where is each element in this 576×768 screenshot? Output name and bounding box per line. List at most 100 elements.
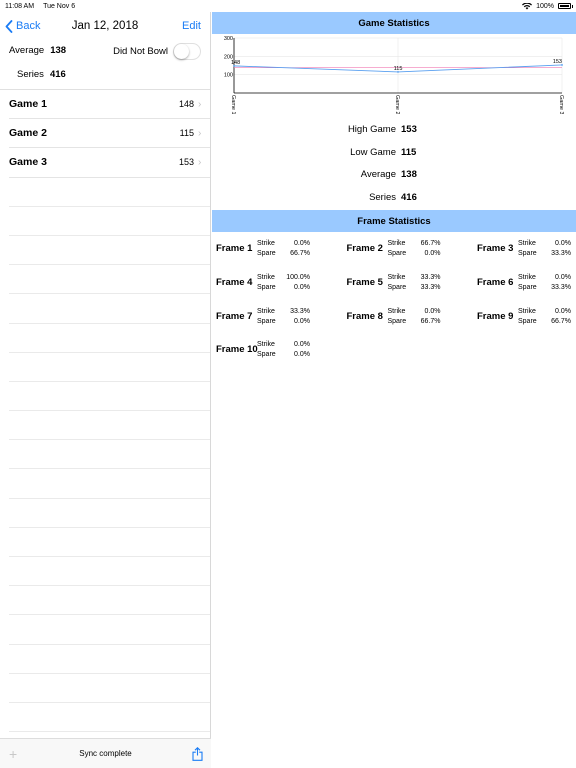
- series-row: Series 416: [17, 69, 66, 80]
- empty-row: [9, 528, 210, 557]
- frame-name: Frame 5: [346, 276, 383, 288]
- stat-value: 115: [401, 146, 417, 158]
- x-tick-label: Game 1: [230, 95, 236, 114]
- stat-label: Average: [360, 169, 396, 180]
- frame-stat: Frame 7 Strike 33.3% Spare 0.0%: [212, 304, 332, 330]
- frame-name: Frame 7: [216, 310, 253, 322]
- game-list: Game 1 148 › Game 2 115 › Game 3 153 ›: [0, 90, 210, 178]
- strike-percent: 100.0%: [286, 273, 310, 281]
- spare-percent: 33.3%: [420, 283, 441, 291]
- stat-label: Low Game: [350, 146, 396, 158]
- stat-row: High Game 153: [348, 124, 417, 135]
- strike-label: Strike: [257, 240, 275, 247]
- frame-stat: Frame 2 Strike 66.7% Spare 0.0%: [343, 236, 463, 262]
- back-button[interactable]: Back: [0, 19, 40, 33]
- spare-label: Spare: [518, 250, 537, 257]
- scores-chart: 300 200 100 148 115 153 Game 1 Game 2 Game 3: [212, 34, 576, 114]
- spare-label: Spare: [257, 283, 276, 291]
- spare-label: Spare: [257, 250, 276, 257]
- stat-row: Low Game 115: [350, 146, 416, 158]
- y-tick-label: 300: [224, 36, 233, 42]
- chevron-right-icon: ›: [198, 127, 202, 139]
- spare-label: Spare: [387, 317, 407, 325]
- scores-chart-svg: 300200100148115153Game 1 Game 2 Game 3: [224, 36, 564, 114]
- spare-label: Spare: [257, 351, 276, 359]
- empty-row: [9, 440, 210, 470]
- spare-label: Spare: [387, 283, 407, 291]
- empty-row: [9, 557, 210, 587]
- frame-name: Frame 3: [477, 243, 514, 254]
- game-score: 153: [178, 157, 194, 168]
- game-row[interactable]: Game 3 153 ›: [9, 148, 210, 178]
- series-summary: Average 138 Series 416 Did Not Bowl: [0, 40, 210, 90]
- spare-percent: 33.3%: [551, 283, 571, 291]
- empty-row: [9, 586, 210, 616]
- empty-row: [9, 236, 210, 266]
- spare-percent: 0.0%: [294, 317, 310, 325]
- empty-row: [9, 674, 210, 703]
- data-label: 148: [231, 60, 240, 66]
- spare-label: Spare: [387, 250, 407, 257]
- game-score: 148: [178, 99, 194, 110]
- toggle-knob: [174, 44, 189, 59]
- did-not-bowl-toggle[interactable]: [173, 43, 201, 60]
- did-not-bowl-row: Did Not Bowl: [113, 43, 201, 60]
- game-row[interactable]: Game 1 148 ›: [9, 90, 210, 120]
- chevron-right-icon: ›: [198, 156, 202, 168]
- chevron-right-icon: ›: [198, 98, 202, 110]
- strike-label: Strike: [518, 240, 536, 247]
- empty-row: [9, 294, 210, 324]
- strike-label: Strike: [518, 273, 536, 281]
- strike-label: Strike: [257, 273, 275, 281]
- game-label: Game 2: [9, 127, 47, 140]
- strike-label: Strike: [518, 307, 536, 315]
- series-label: Series: [17, 69, 44, 80]
- strike-percent: 0.0%: [294, 341, 310, 349]
- detail-pane: Game Statistics 300 200 100 148 115 153 Game 1…: [212, 12, 576, 768]
- empty-row: [9, 703, 210, 733]
- spare-label: Spare: [257, 317, 276, 325]
- spare-percent: 0.0%: [294, 283, 310, 291]
- average-row: Average 138: [9, 45, 66, 56]
- empty-row: [9, 469, 210, 499]
- stat-value: 416: [401, 191, 417, 203]
- empty-row: [9, 353, 210, 382]
- empty-row: [9, 324, 210, 353]
- series-value: 416: [49, 69, 66, 80]
- empty-row: [9, 499, 210, 528]
- game-row[interactable]: Game 2 115 ›: [9, 119, 210, 149]
- game-stats-list: High Game 153 Low Game 115 Average 138 Series 4…: [212, 114, 576, 210]
- strike-percent: 66.7%: [420, 240, 441, 247]
- frame-stat: Frame 1 Strike 0.0% Spare 66.7%: [212, 236, 332, 262]
- share-button[interactable]: [181, 746, 211, 761]
- empty-row: [9, 265, 210, 295]
- game-statistics-header: Game Statistics: [212, 12, 576, 34]
- frame-name: Frame 6: [477, 276, 514, 288]
- empty-row: [9, 411, 210, 441]
- bottom-toolbar: + Sync complete: [0, 738, 211, 768]
- frame-stat: Frame 10 Strike 0.0% Spare 0.0%: [212, 337, 332, 363]
- frame-stat: Frame 9 Strike 0.0% Spare 66.7%: [473, 304, 576, 330]
- battery-icon: [558, 3, 573, 9]
- add-icon[interactable]: +: [0, 746, 30, 762]
- strike-percent: 0.0%: [294, 240, 310, 247]
- strike-percent: 33.3%: [420, 273, 441, 281]
- average-value: 138: [50, 45, 67, 56]
- strike-percent: 0.0%: [555, 273, 571, 281]
- edit-button[interactable]: Edit: [182, 20, 210, 32]
- stat-value: 138: [401, 169, 417, 180]
- strike-label: Strike: [257, 307, 275, 315]
- spare-percent: 0.0%: [424, 250, 441, 257]
- frame-name: Frame 1: [216, 243, 253, 254]
- strike-percent: 0.0%: [555, 240, 571, 247]
- stat-row: Series 416: [369, 192, 417, 203]
- frame-name: Frame 9: [477, 310, 514, 322]
- frame-name: Frame 8: [346, 310, 383, 322]
- strike-percent: 0.0%: [555, 307, 571, 315]
- frame-stats-grid: Frame 1 Strike 0.0% Spare 66.7% Frame 2 Strike…: [212, 232, 576, 382]
- spare-percent: 66.7%: [290, 250, 310, 257]
- x-tick-label: Game 2: [394, 95, 400, 114]
- spare-percent: 0.0%: [294, 351, 310, 359]
- strike-label: Strike: [387, 273, 406, 281]
- empty-row: [9, 615, 210, 645]
